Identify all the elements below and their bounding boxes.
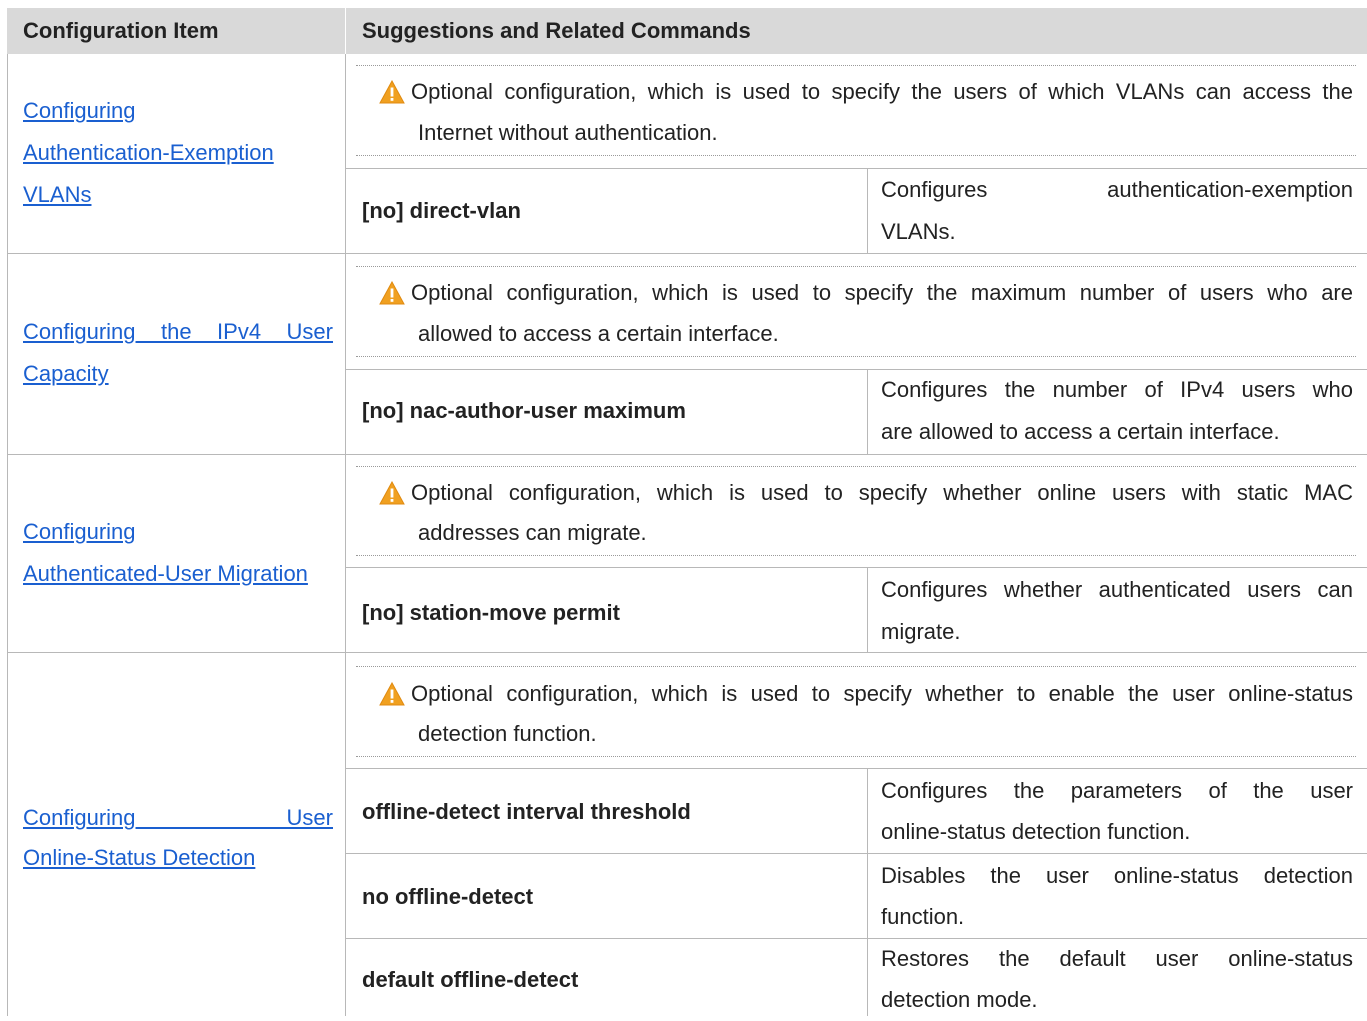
config-link-line[interactable]: Configuring User [23,797,333,839]
warning-triangle-icon [379,682,405,706]
command-description: VLANs. [881,219,956,244]
config-table: Configuration Item Suggestions and Relat… [0,0,1367,1016]
warning-triangle-icon [379,80,405,104]
command-name: [no] station-move permit [362,600,620,625]
command-description: Configures the number of IPv4 users who [881,377,1353,402]
note-dotted-bottom [356,555,1356,556]
note-dotted-top [356,65,1356,66]
command-name: offline-detect interval threshold [362,799,691,824]
config-link-line[interactable]: Configuring [23,511,136,553]
cmd-desc-divider [867,168,868,253]
command-description: function. [881,904,965,929]
header-suggestions: Suggestions and Related Commands [362,18,751,43]
note-text: addresses can migrate. [418,520,647,545]
command-description: Restores the default user online-status [881,946,1353,971]
note-text: Optional configuration, which is used to… [411,280,1353,305]
note-text: Optional configuration, which is used to… [411,681,1353,706]
config-link-line[interactable]: Capacity [23,353,109,395]
command-description: Configures authentication-exemption [881,177,1353,202]
note-text: Optional configuration, which is used to… [411,480,1353,505]
command-name: default offline-detect [362,967,579,992]
note-dotted-top [356,266,1356,267]
config-link-line[interactable]: VLANs [23,174,91,216]
command-separator [345,853,1367,854]
cmd-desc-divider [867,567,868,652]
note-text: detection function. [418,721,597,746]
row-separator [7,652,1367,653]
warning-triangle-icon [379,481,405,505]
command-description: Configures whether authenticated users c… [881,577,1353,602]
note-dotted-bottom [356,155,1356,156]
command-separator [345,768,1367,769]
command-separator [345,567,1367,568]
warning-triangle-icon [379,281,405,305]
column-divider [345,54,346,1016]
config-link-line[interactable]: Configuring the IPv4 User [23,311,333,353]
command-description: migrate. [881,619,961,644]
note-text: Optional configuration, which is used to… [411,79,1353,104]
note-text: Internet without authentication. [418,120,718,145]
header-configuration-item: Configuration Item [23,18,219,43]
config-link-line[interactable]: Authenticated-User Migration [23,553,308,595]
row-separator [7,454,1367,455]
left-border [7,54,8,1016]
command-description: are allowed to access a certain interfac… [881,419,1280,444]
note-dotted-top [356,466,1356,467]
command-description: detection mode. [881,987,1038,1012]
command-description: online-status detection function. [881,819,1191,844]
note-dotted-top [356,666,1356,667]
config-link-line[interactable]: Online-Status Detection [23,837,255,879]
row-separator [7,253,1367,254]
config-link-line[interactable]: Authentication-Exemption [23,132,274,174]
command-name: no offline-detect [362,884,534,909]
command-description: Configures the parameters of the user [881,778,1353,803]
header-separator [345,8,346,54]
cmd-desc-divider [867,768,868,1016]
config-link-line[interactable]: Configuring [23,90,136,132]
cmd-desc-divider [867,369,868,454]
note-dotted-bottom [356,356,1356,357]
note-dotted-bottom [356,756,1356,757]
note-text: allowed to access a certain interface. [418,321,779,346]
command-name: [no] direct-vlan [362,198,521,223]
command-name: [no] nac-author-user maximum [362,398,686,423]
table-header: Configuration Item Suggestions and Relat… [7,8,1367,54]
command-description: Disables the user online-status detectio… [881,863,1353,888]
